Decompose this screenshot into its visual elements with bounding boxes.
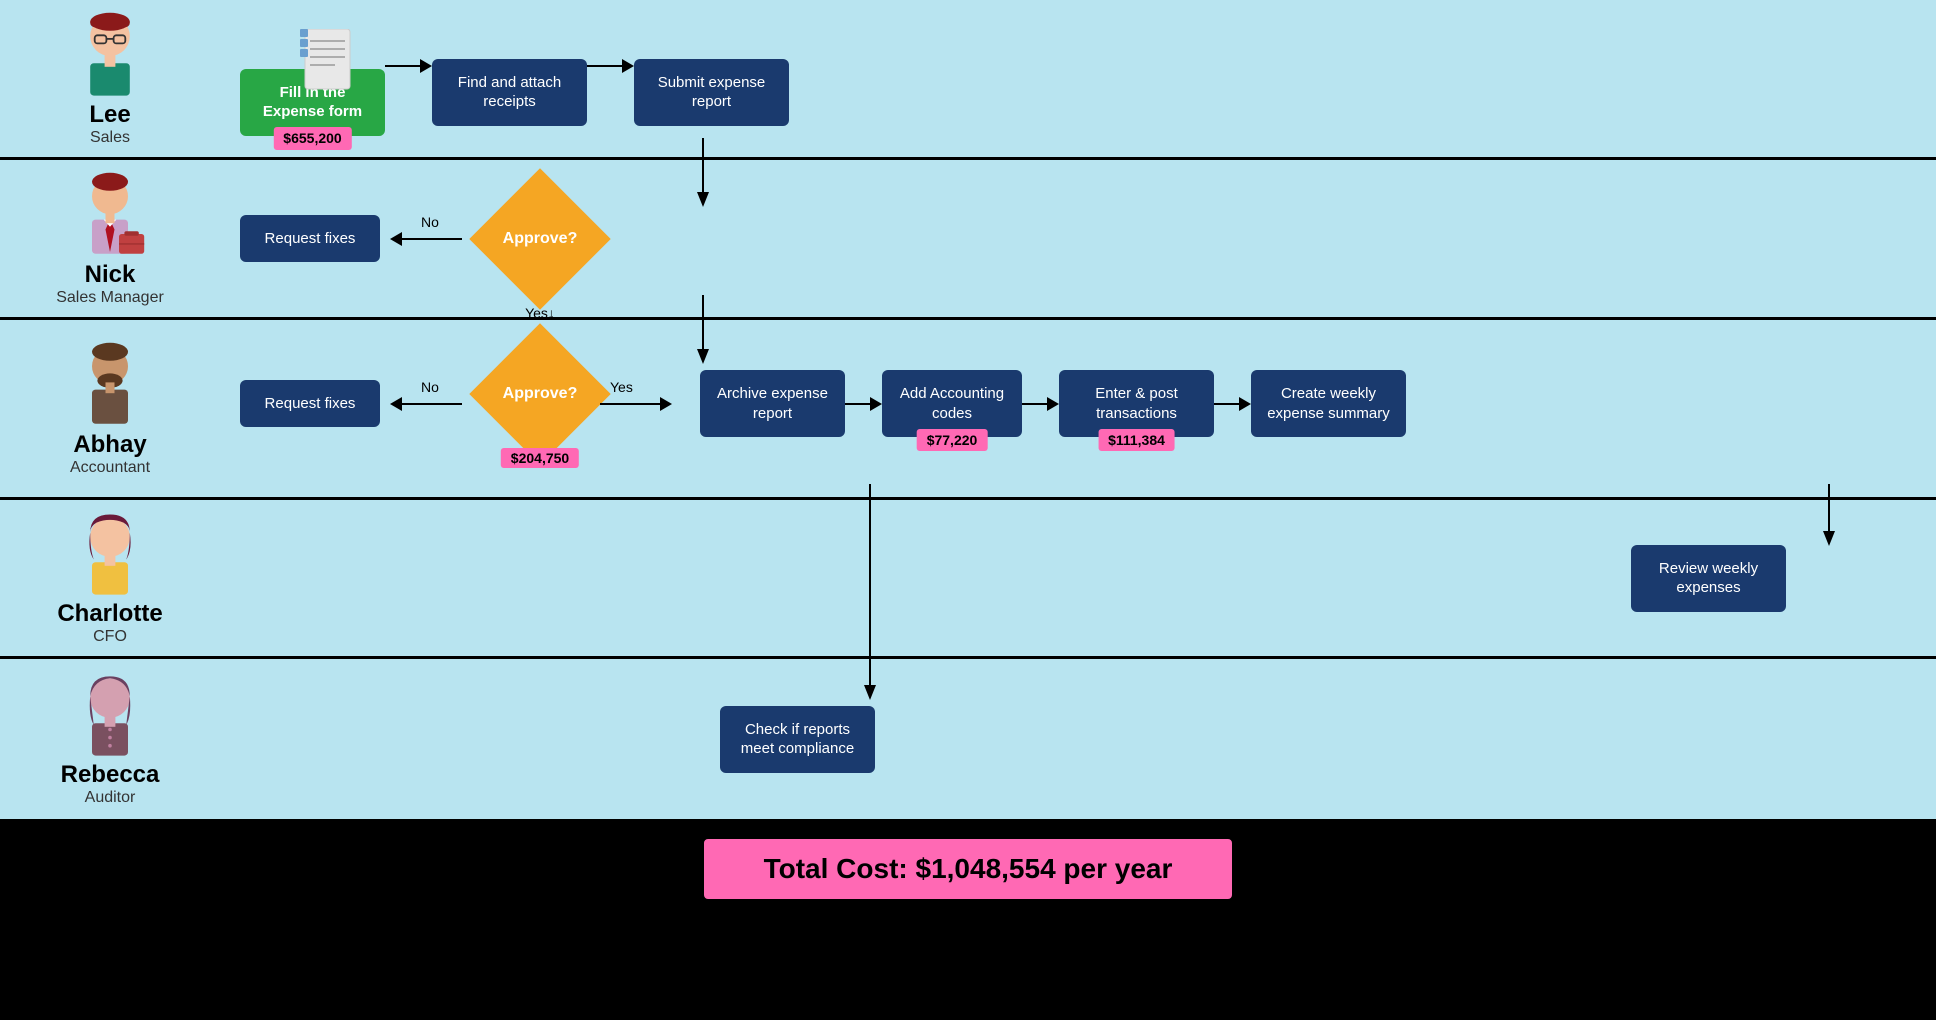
arrow-fill-to-find bbox=[385, 59, 432, 73]
fill-form-cost: $655,200 bbox=[273, 127, 351, 149]
actor-lee-name: Lee bbox=[89, 101, 130, 129]
actor-nick: Nick Sales Manager bbox=[0, 161, 220, 317]
rebecca-flow: Check if reports meet compliance bbox=[240, 669, 1936, 809]
actor-abhay-name: Abhay bbox=[73, 431, 146, 459]
enter-post-box[interactable]: Enter & post transactions $111,384 bbox=[1059, 370, 1214, 437]
arrow-find-to-submit bbox=[587, 59, 634, 73]
actor-abhay-role: Accountant bbox=[70, 459, 150, 477]
charlotte-flow: Review weekly expenses bbox=[240, 508, 1936, 648]
diagram-container: Lee Sales Fill in the Expense bbox=[0, 0, 1936, 919]
lee-flow: Fill in the Expense form $655,200 Find a… bbox=[240, 9, 1936, 149]
swimlane-rebecca: Rebecca Auditor Check if reports meet co… bbox=[0, 659, 1936, 819]
no-label-abhay: No bbox=[421, 379, 439, 395]
actor-nick-role: Sales Manager bbox=[56, 289, 164, 307]
footer: Total Cost: $1,048,554 per year bbox=[0, 819, 1936, 919]
arrow-accounting-to-enter bbox=[1022, 397, 1059, 411]
actor-lee: Lee Sales bbox=[0, 1, 220, 157]
arrow-archive-to-accounting bbox=[845, 397, 882, 411]
swimlane-nick: Nick Sales Manager Request fixes No Appr… bbox=[0, 160, 1936, 320]
avatar-abhay bbox=[65, 341, 155, 431]
swimlane-charlotte: Charlotte CFO Review weekly expenses bbox=[0, 500, 1936, 659]
create-summary-box[interactable]: Create weekly expense summary bbox=[1251, 370, 1406, 437]
enter-post-cost: $111,384 bbox=[1098, 429, 1175, 451]
actor-abhay: Abhay Accountant bbox=[0, 331, 220, 487]
receipt-icon bbox=[300, 29, 355, 94]
no-label-nick: No bbox=[421, 214, 439, 230]
avatar-rebecca bbox=[65, 671, 155, 761]
avatar-charlotte bbox=[65, 510, 155, 600]
approve-nick-diamond[interactable]: Approve? Yes↓ bbox=[480, 179, 600, 299]
check-compliance-box[interactable]: Check if reports meet compliance bbox=[720, 706, 875, 773]
request-fixes-abhay-box[interactable]: Request fixes bbox=[240, 380, 380, 428]
actor-lee-role: Sales bbox=[90, 129, 130, 147]
swimlane-abhay: Abhay Accountant Request fixes No Approv… bbox=[0, 320, 1936, 500]
arrow-enter-to-summary bbox=[1214, 397, 1251, 411]
actor-charlotte-name: Charlotte bbox=[57, 600, 162, 628]
actor-charlotte-role: CFO bbox=[93, 628, 127, 646]
actor-nick-name: Nick bbox=[85, 261, 136, 289]
actor-charlotte: Charlotte CFO bbox=[0, 500, 220, 656]
actor-rebecca: Rebecca Auditor bbox=[0, 661, 220, 817]
accounting-cost: $77,220 bbox=[917, 429, 988, 451]
archive-report-box[interactable]: Archive expense report bbox=[700, 370, 845, 437]
actor-rebecca-name: Rebecca bbox=[61, 761, 160, 789]
avatar-nick bbox=[65, 171, 155, 261]
submit-report-box[interactable]: Submit expense report bbox=[634, 59, 789, 126]
review-expenses-box[interactable]: Review weekly expenses bbox=[1631, 545, 1786, 612]
yes-label-nick: Yes↓ bbox=[525, 305, 555, 321]
request-fixes-nick-box[interactable]: Request fixes bbox=[240, 215, 380, 263]
yes-label-abhay: Yes bbox=[610, 379, 633, 395]
total-cost-box: Total Cost: $1,048,554 per year bbox=[702, 837, 1235, 901]
find-receipts-box[interactable]: Find and attach receipts bbox=[432, 59, 587, 126]
abhay-flow: Request fixes No Approve? $204,750 Yes bbox=[240, 324, 1936, 494]
approve-abhay-cost: $204,750 bbox=[501, 448, 579, 468]
avatar-lee bbox=[65, 11, 155, 101]
add-accounting-box[interactable]: Add Accounting codes $77,220 bbox=[882, 370, 1022, 437]
approve-abhay-diamond[interactable]: Approve? $204,750 bbox=[480, 334, 600, 454]
nick-flow: Request fixes No Approve? Yes↓ bbox=[240, 169, 1936, 309]
swimlane-lee: Lee Sales Fill in the Expense bbox=[0, 0, 1936, 160]
actor-rebecca-role: Auditor bbox=[85, 789, 136, 807]
